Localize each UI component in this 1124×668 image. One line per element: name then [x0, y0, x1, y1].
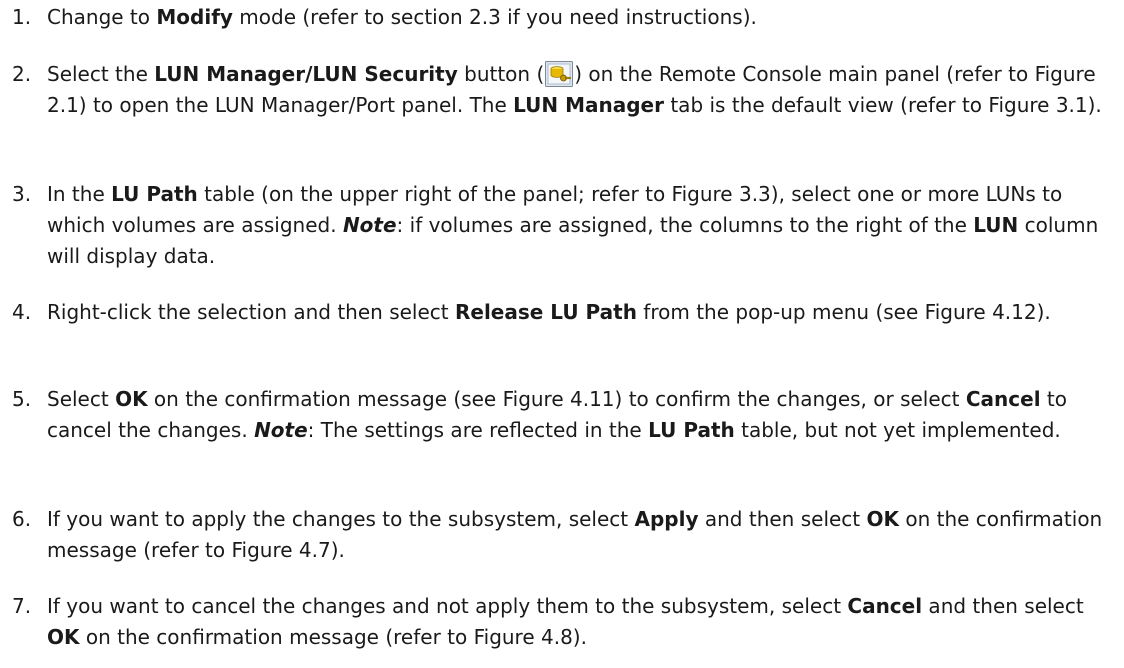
ui-term: Release LU Path [454, 300, 637, 324]
step-text-run: on the confirmation message (see Figure … [147, 387, 966, 411]
step-text-run: Change to [47, 5, 157, 29]
ui-term: Cancel [847, 594, 923, 618]
step-text-run: If you want to cancel the changes and no… [47, 594, 848, 618]
step-text-run: Select the [47, 62, 155, 86]
step-number: 5. [12, 387, 32, 411]
ui-term: LUN Manager [513, 93, 664, 117]
step-text: If you want to apply the changes to the … [47, 504, 1107, 566]
ui-term: OK [866, 507, 900, 531]
note-label: Note [342, 213, 397, 237]
step-text-run: tab is the default view (refer to Figure… [663, 93, 1102, 117]
ui-term: Cancel [965, 387, 1041, 411]
step-text-run: Select [47, 387, 116, 411]
step-text-run: and then select [922, 594, 1084, 618]
ui-term: LUN [973, 213, 1019, 237]
step-text: Select the LUN Manager/LUN Security butt… [47, 59, 1107, 121]
step-number: 4. [12, 300, 32, 324]
step-number: 3. [12, 182, 32, 206]
step-text-run: from the pop-up menu (see Figure 4.12). [636, 300, 1051, 324]
lun-manager-icon [545, 61, 574, 87]
step-text-run: and then select [698, 507, 867, 531]
step-text: In the LU Path table (on the upper right… [47, 179, 1107, 272]
ui-term: OK [115, 387, 148, 411]
step-number: 7. [12, 594, 32, 618]
step-number: 1. [12, 5, 32, 29]
step-number: 6. [12, 507, 32, 531]
step-text-run: table, but not yet implemented. [734, 418, 1061, 442]
ui-term: OK [47, 625, 80, 649]
step-text-run: In the [47, 182, 112, 206]
step-text-run: on the confirmation message (refer to Fi… [79, 625, 587, 649]
step-text-run: button ( [457, 62, 545, 86]
ui-term: Modify [156, 5, 233, 29]
ui-term: LU Path [111, 182, 198, 206]
step-number: 2. [12, 62, 32, 86]
note-label: Note [254, 418, 308, 442]
ui-term: Apply [634, 507, 699, 531]
ui-term: LUN Manager/LUN Security [154, 62, 458, 86]
step-text: Select OK on the confirmation message (s… [47, 384, 1107, 446]
step-text: Right-click the selection and then selec… [47, 297, 1107, 328]
step-text: Change to Modify mode (refer to section … [47, 2, 1107, 33]
step-text-run: : The settings are reflected in the [307, 418, 649, 442]
step-text-run: If you want to apply the changes to the … [47, 507, 635, 531]
step-text-run: Right-click the selection and then selec… [47, 300, 455, 324]
step-text-run: mode (refer to section 2.3 if you need i… [232, 5, 757, 29]
ui-term: LU Path [648, 418, 735, 442]
step-text-run: : if volumes are assigned, the columns t… [396, 213, 974, 237]
step-text: If you want to cancel the changes and no… [47, 591, 1107, 653]
